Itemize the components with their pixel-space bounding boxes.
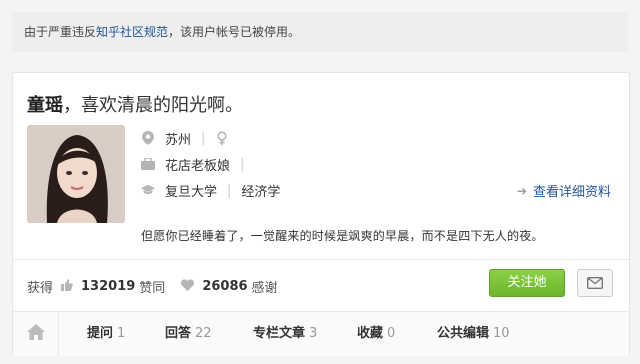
view-details-link[interactable]: ➔ 查看详细资料 [516, 181, 611, 201]
separator: | [201, 130, 206, 146]
location-row: 苏州 | [141, 127, 239, 149]
thumbs-up-icon [61, 279, 73, 294]
tab-count: 3 [309, 326, 318, 341]
notice-suffix: ，该用户帐号已被停用。 [168, 25, 301, 39]
briefcase-icon [141, 157, 155, 171]
education-row: 复旦大学 | 经济学 [141, 179, 280, 201]
agree-label: 赞同 [139, 281, 166, 296]
tab-count: 22 [195, 326, 212, 341]
separator: | [240, 156, 245, 172]
tab-label: 回答 [165, 326, 192, 341]
arrow-right-icon: ➔ [516, 183, 527, 198]
profile-headline: 童瑶，喜欢清晨的阳光啊。 [27, 91, 243, 117]
separator: | [227, 182, 232, 198]
envelope-icon [586, 274, 604, 293]
school-text: 复旦大学 [165, 184, 218, 200]
business-row: 花店老板娘 | [141, 153, 254, 175]
graduation-cap-icon [141, 183, 155, 197]
tab-favorites[interactable]: 收藏 0 [357, 312, 395, 356]
thanks-count: 26086 [202, 279, 248, 294]
location-text: 苏州 [165, 132, 192, 148]
tab-count: 1 [117, 326, 126, 341]
profile-tabs: 提问 1 回答 22 专栏文章 3 收藏 0 公共编辑 10 [13, 311, 629, 356]
tab-articles[interactable]: 专栏文章 3 [253, 312, 317, 356]
user-name: 童瑶 [27, 95, 63, 116]
tab-questions[interactable]: 提问 1 [87, 312, 125, 356]
got-label: 获得 [27, 281, 54, 296]
gender-female-icon [215, 131, 229, 145]
heart-icon [181, 279, 195, 294]
tab-home[interactable] [13, 312, 59, 356]
tab-count: 0 [387, 326, 396, 341]
agree-count: 132019 [81, 279, 136, 294]
home-icon [26, 324, 45, 344]
thanks-label: 感谢 [251, 281, 278, 296]
divider [13, 259, 629, 260]
message-button[interactable] [577, 269, 613, 297]
profile-card: 童瑶，喜欢清晨的阳光啊。 苏州 | 花店老板娘 | 复旦大学 | 经济学 ➔ 查… [12, 72, 630, 356]
avatar[interactable] [27, 125, 125, 223]
tab-count: 10 [493, 326, 510, 341]
tab-label: 收藏 [357, 326, 384, 341]
community-rules-link[interactable]: 知乎社区规范 [96, 25, 168, 39]
tab-label: 专栏文章 [253, 326, 306, 341]
suspension-notice: 由于严重违反知乎社区规范，该用户帐号已被停用。 [12, 12, 628, 52]
tab-answers[interactable]: 回答 22 [165, 312, 212, 356]
tab-label: 提问 [87, 326, 114, 341]
follow-button[interactable]: 关注她 [489, 269, 565, 297]
user-description: 但愿你已经睡着了，一觉醒来的时候是飒爽的早晨，而不是四下无人的夜。 [141, 229, 544, 243]
tab-label: 公共编辑 [437, 326, 490, 341]
view-details-label: 查看详细资料 [532, 185, 611, 200]
location-pin-icon [141, 131, 155, 145]
notice-prefix: 由于严重违反 [24, 25, 97, 39]
major-text: 经济学 [241, 184, 281, 200]
stats-bar: 获得 132019 赞同 26086 感谢 [27, 277, 286, 296]
business-text: 花店老板娘 [165, 158, 231, 174]
user-bio: ，喜欢清晨的阳光啊。 [63, 95, 243, 116]
tab-public-edits[interactable]: 公共编辑 10 [437, 312, 510, 356]
